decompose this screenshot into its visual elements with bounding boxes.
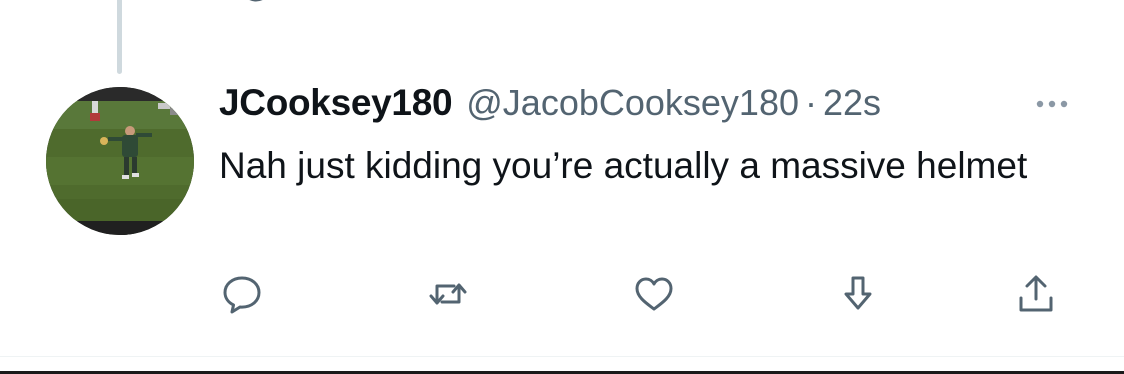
tweet-divider: [0, 356, 1124, 357]
download-icon: [844, 276, 872, 310]
like-icon: [635, 277, 673, 311]
like-button[interactable]: [630, 270, 678, 318]
timestamp[interactable]: 22s: [823, 82, 881, 124]
previous-tweet-reply-icon[interactable]: [234, 0, 278, 8]
share-button[interactable]: [1012, 270, 1060, 318]
reply-button[interactable]: [218, 270, 266, 318]
separator-dot: ·: [805, 82, 817, 123]
avatar-image: [46, 87, 194, 235]
display-name[interactable]: JCooksey180: [219, 82, 453, 124]
tweet-text: Nah just kidding you’re actually a massi…: [219, 145, 1028, 186]
tweet-header: JCooksey180 @JacobCooksey180 · 22s: [219, 82, 881, 132]
previous-tweet-download-icon[interactable]: [836, 0, 880, 8]
avatar[interactable]: [46, 87, 194, 235]
share-icon: [1019, 275, 1053, 312]
previous-tweet-retweet-icon[interactable]: [428, 0, 472, 8]
more-options-icon: [1036, 100, 1068, 108]
retweet-button[interactable]: [424, 270, 472, 318]
more-options-button[interactable]: [1028, 92, 1076, 116]
user-handle[interactable]: @JacobCooksey180: [466, 82, 799, 124]
previous-tweet-share-icon[interactable]: [1014, 0, 1058, 8]
retweet-icon: [429, 283, 467, 305]
previous-tweet-like-icon[interactable]: [632, 0, 676, 8]
download-button[interactable]: [834, 270, 882, 318]
reply-icon: [223, 276, 261, 314]
thread-connector-line: [117, 0, 122, 74]
